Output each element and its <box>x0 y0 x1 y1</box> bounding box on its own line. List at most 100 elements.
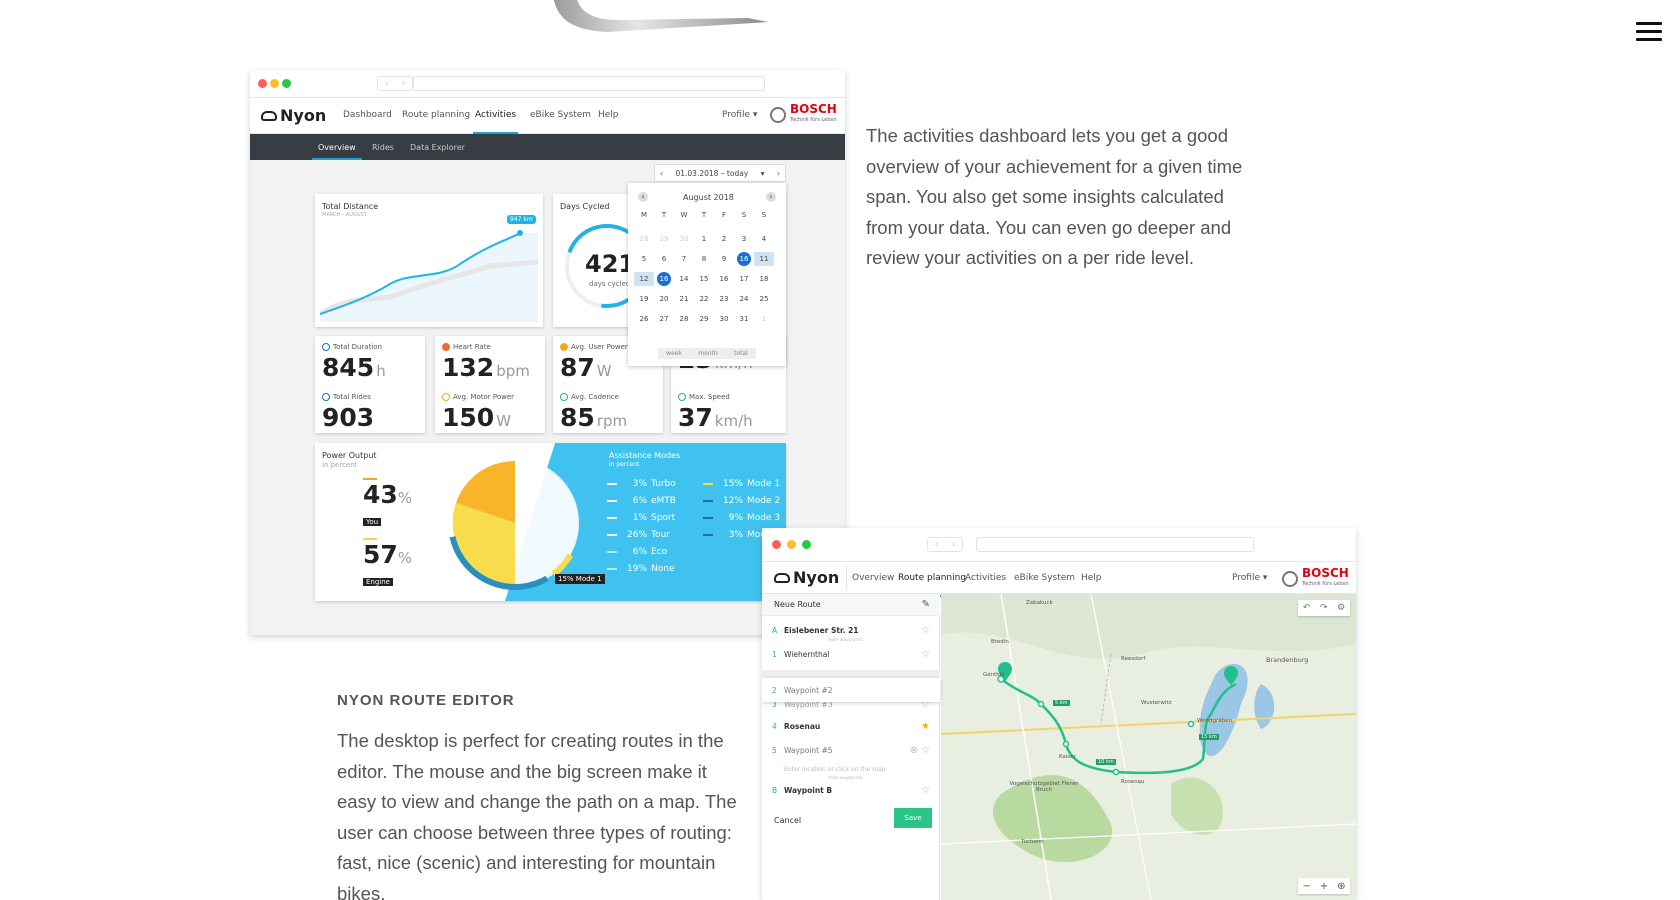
route-item[interactable]: 1 Wiehernthal ☆ <box>762 646 940 662</box>
logo-text: Nyon <box>280 106 327 125</box>
calendar-day[interactable]: 19 <box>634 292 654 306</box>
calendar-day[interactable]: 3 <box>734 232 754 246</box>
calendar-day[interactable]: 31 <box>734 312 754 326</box>
calendar-day[interactable]: 16 <box>714 272 734 286</box>
chevron-right-icon[interactable]: › <box>766 192 776 202</box>
calendar-day[interactable]: 21 <box>674 292 694 306</box>
redo-icon[interactable]: ↷ <box>1320 603 1328 613</box>
hide-waypoints-link[interactable]: Hide waypoints <box>828 638 863 643</box>
calendar-day[interactable]: 22 <box>694 292 714 306</box>
route-item[interactable]: B Waypoint B ☆ <box>762 782 940 798</box>
settings-icon[interactable]: ⚙ <box>1337 603 1345 613</box>
nav-route-planning: Route planning <box>895 573 969 597</box>
route-item[interactable]: 4 Rosenau ★ <box>762 718 940 734</box>
weekday: F <box>721 211 727 219</box>
calendar-day[interactable]: 1 <box>754 312 774 326</box>
route-item-name: Eislebener Str. 21 <box>784 625 859 635</box>
calendar-day[interactable]: 29 <box>694 312 714 326</box>
calendar-day[interactable]: 5 <box>634 252 654 266</box>
calendar-day[interactable]: 1 <box>694 232 714 246</box>
locate-icon[interactable]: ⊕ <box>1337 881 1345 892</box>
calendar-day[interactable]: 24 <box>734 292 754 306</box>
zoom-out-icon[interactable]: − <box>1302 881 1310 892</box>
calendar-day[interactable]: 18 <box>754 272 774 286</box>
calendar-day[interactable]: 17 <box>734 272 754 286</box>
route-item-name: Waypoint B <box>784 785 833 795</box>
chevron-right-icon: › <box>776 168 780 178</box>
calendar-day[interactable]: 6 <box>654 252 674 266</box>
weekday: W <box>680 211 688 219</box>
assistance-row: 26% Tour <box>607 530 670 540</box>
assistance-pct: 19% <box>626 564 647 574</box>
metric-unit: rpm <box>596 412 628 430</box>
calendar-day[interactable]: 12 <box>634 272 654 286</box>
pencil-icon[interactable]: ✎ <box>922 599 930 610</box>
heart-icon <box>442 343 450 351</box>
calendar-day[interactable]: 7 <box>674 252 694 266</box>
calendar-day[interactable]: 15 <box>694 272 714 286</box>
route-index: 4 <box>772 721 777 731</box>
metric-unit: h <box>376 362 386 380</box>
location-input[interactable]: Enter location or click on the map <box>772 766 932 773</box>
profile-menu: Profile ▾ <box>722 110 758 120</box>
star-icon[interactable]: ☆ <box>921 785 930 796</box>
logo-text: Nyon <box>793 568 840 587</box>
route-item[interactable]: A Eislebener Str. 21 ☆ <box>762 622 940 638</box>
brand-name: BOSCH <box>790 102 837 116</box>
calendar-day[interactable]: 30 <box>674 232 694 246</box>
calendar-day[interactable]: 9 <box>714 252 734 266</box>
calendar-day[interactable]: 28 <box>674 312 694 326</box>
calendar-day[interactable]: 20 <box>654 292 674 306</box>
tab-rides: Rides <box>372 143 394 152</box>
metric-total-duration: Total Duration 845 h <box>322 343 386 382</box>
range-tab-week[interactable]: week <box>666 350 682 357</box>
calendar-day[interactable]: 27 <box>654 312 674 326</box>
calendar-day-selected[interactable]: 16 <box>737 252 751 266</box>
power-output-title: Power Output <box>322 451 377 460</box>
you-share: 43% You <box>363 478 413 526</box>
profile-menu: Profile ▾ <box>1232 573 1268 583</box>
nav-ebike-system: eBike System <box>1014 573 1076 583</box>
star-icon[interactable]: ☆ <box>921 745 930 756</box>
range-tab-month[interactable]: month <box>698 350 717 357</box>
star-icon[interactable]: ☆ <box>921 649 930 660</box>
hide-waypoints-link[interactable]: Hide waypoints <box>828 776 863 781</box>
calendar-day[interactable]: 29 <box>654 232 674 246</box>
route-map[interactable]: Zabakuck Bredin Genthin Brandenburg Rees… <box>941 594 1356 900</box>
calendar-day[interactable]: 25 <box>754 292 774 306</box>
map-label: Wendgräben <box>1197 718 1232 724</box>
star-filled-icon[interactable]: ★ <box>921 721 930 732</box>
route-index: 2 <box>772 685 777 695</box>
back-forward-icon: ‹ › <box>927 537 963 552</box>
calendar-day[interactable]: 8 <box>694 252 714 266</box>
route-item[interactable]: 5 Waypoint #5 ⊗ ☆ <box>762 742 940 758</box>
zoom-in-icon[interactable]: + <box>1320 881 1328 892</box>
date-range-picker: ‹ 01.03.2018 – today ▾ › <box>654 164 786 182</box>
nav-help: Help <box>1081 573 1102 583</box>
save-button[interactable]: Save <box>894 808 932 828</box>
calendar-day[interactable]: 30 <box>714 312 734 326</box>
calendar-day[interactable]: 14 <box>674 272 694 286</box>
browser-chrome: ‹ › <box>762 528 1356 562</box>
brand-name: BOSCH <box>1302 566 1349 580</box>
hamburger-menu-button[interactable] <box>1636 22 1662 46</box>
map-label: Wusterwitz <box>1141 700 1172 706</box>
cancel-button[interactable]: Cancel <box>774 816 801 825</box>
star-icon[interactable]: ☆ <box>921 625 930 636</box>
calendar-day[interactable]: 23 <box>714 292 734 306</box>
metric-unit: W <box>596 362 612 380</box>
range-tab-total[interactable]: total <box>734 350 748 357</box>
calendar-day-selected[interactable]: 16 <box>657 272 671 286</box>
close-icon[interactable]: ⊗ <box>910 745 918 756</box>
calendar-day[interactable]: 26 <box>634 312 654 326</box>
map-label: Genthin <box>983 672 1005 678</box>
nav-activities: Activities <box>965 573 1007 583</box>
calendar-day[interactable]: 2 <box>714 232 734 246</box>
chevron-left-icon[interactable]: ‹ <box>638 192 648 202</box>
calendar-day[interactable]: 28 <box>634 232 654 246</box>
metric-label: Total Duration <box>333 343 382 351</box>
calendar-day[interactable]: 4 <box>754 232 774 246</box>
undo-icon[interactable]: ↶ <box>1303 603 1311 613</box>
calendar-day[interactable]: 11 <box>754 252 774 266</box>
route-item-dragging[interactable]: 2 Waypoint #2 <box>762 678 940 702</box>
